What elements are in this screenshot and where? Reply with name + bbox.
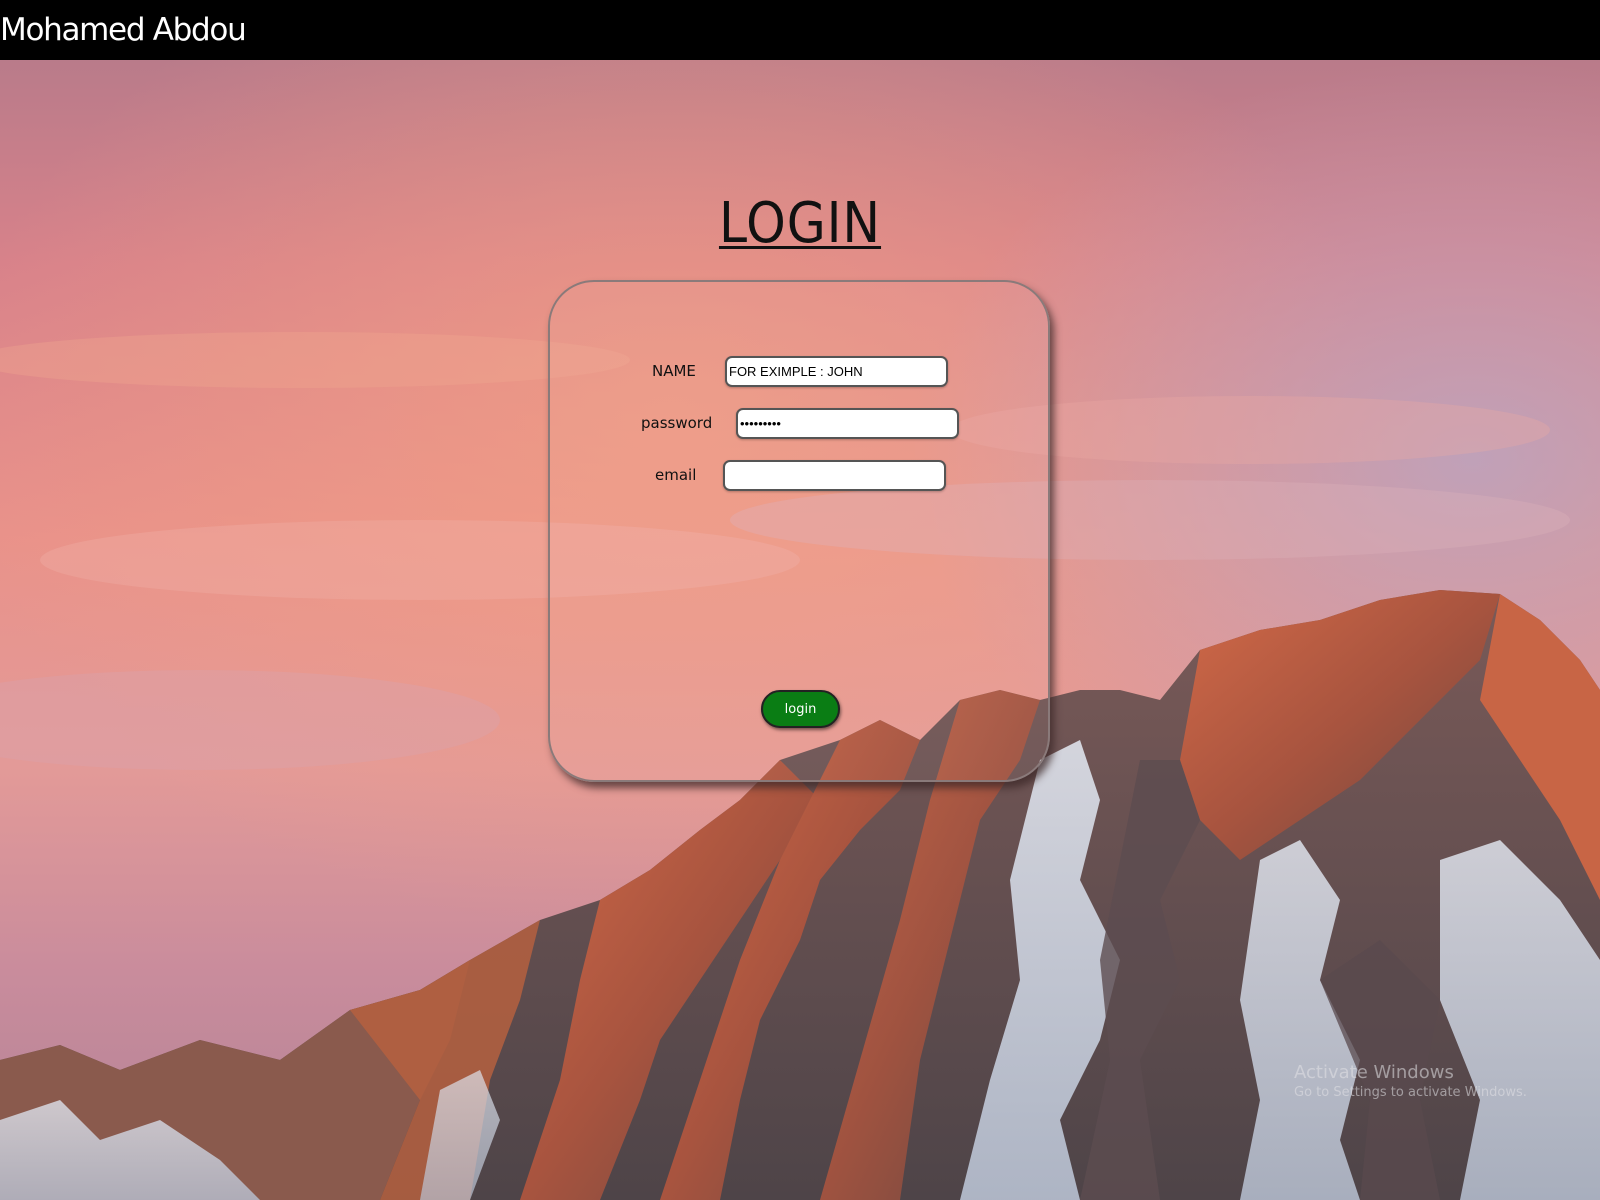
password-label: password [641,414,713,432]
login-card: NAME password email login [548,280,1050,782]
name-label: NAME [652,362,696,380]
watermark-line2: Go to Settings to activate Windows. [1294,1085,1527,1100]
site-title: Mohamed Abdou [0,12,247,48]
email-input[interactable] [723,460,946,491]
password-input[interactable] [736,408,959,439]
page: Mohamed Abdou LOGIN NAME FOR EXIMPLE: J… [0,0,1600,1200]
activate-windows-watermark: Activate Windows Go to Settings to activ… [1294,1062,1527,1100]
login-button[interactable]: login [761,690,840,728]
login-heading: LOGIN [718,191,882,256]
name-input[interactable] [725,356,948,387]
email-label: email [655,466,697,484]
top-bar: Mohamed Abdou [0,0,1600,60]
watermark-line1: Activate Windows [1294,1062,1454,1083]
